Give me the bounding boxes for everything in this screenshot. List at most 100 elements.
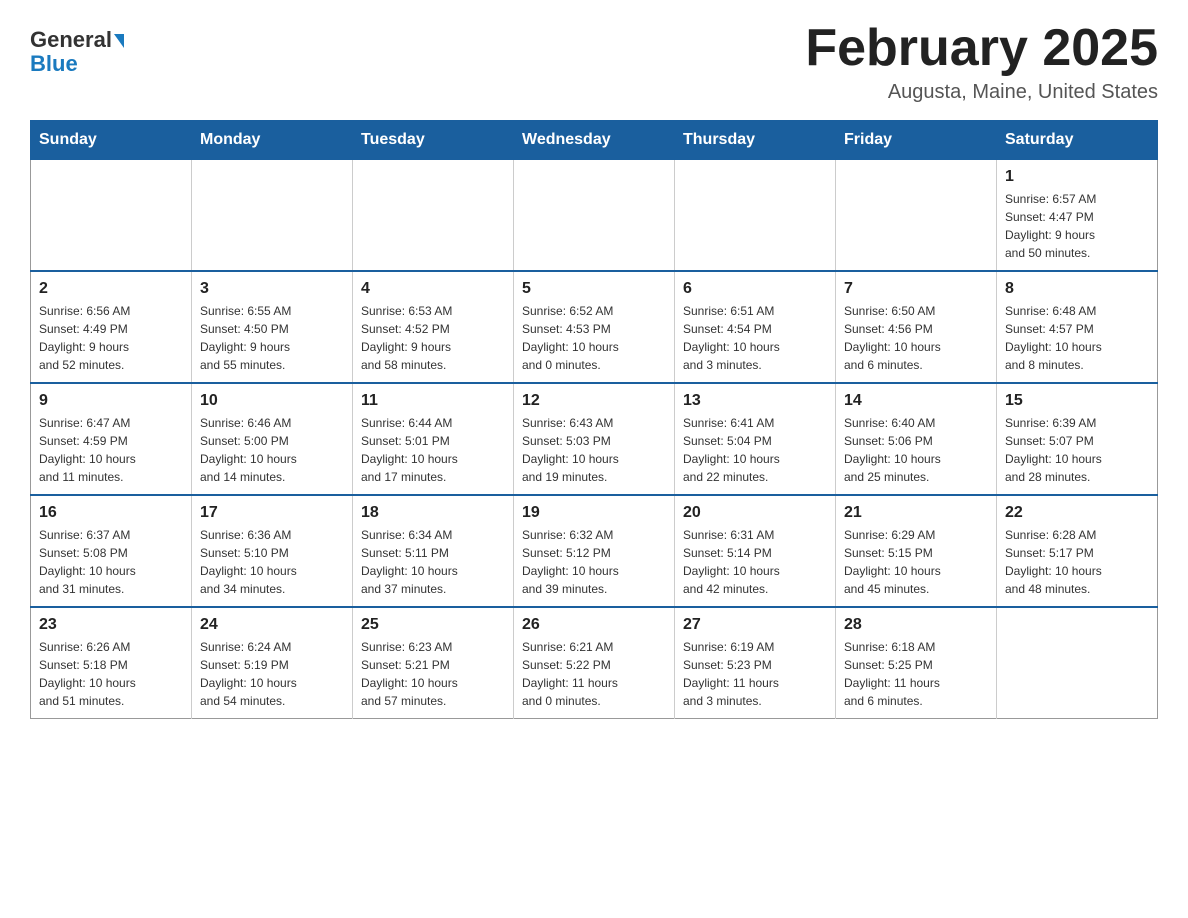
day-info: Sunrise: 6:40 AM Sunset: 5:06 PM Dayligh… — [844, 414, 988, 486]
day-info: Sunrise: 6:37 AM Sunset: 5:08 PM Dayligh… — [39, 526, 183, 598]
calendar-title: February 2025 — [805, 20, 1158, 77]
calendar-cell: 18Sunrise: 6:34 AM Sunset: 5:11 PM Dayli… — [353, 495, 514, 607]
day-info: Sunrise: 6:39 AM Sunset: 5:07 PM Dayligh… — [1005, 414, 1149, 486]
calendar-cell: 16 Sunrise: 6:37 AM Sunset: 5:08 PM Dayli… — [31, 495, 192, 607]
day-number: 6 — [683, 280, 827, 298]
calendar-cell: 22 Sunrise: 6:28 AM Sunset: 5:17 PM Dayli… — [997, 495, 1158, 607]
day-number: 16 — [39, 504, 183, 522]
day-info: Sunrise: 6:47 AM Sunset: 4:59 PM Dayligh… — [39, 414, 183, 486]
day-number: 4 — [361, 280, 505, 298]
calendar-cell — [192, 160, 353, 272]
day-number: 14 — [844, 392, 988, 410]
calendar-header: SundayMondayTuesdayWednesdayThursdayFrid… — [31, 121, 1158, 160]
day-info: Sunrise: 6:24 AM Sunset: 5:19 PM Dayligh… — [200, 638, 344, 710]
day-number: 28 — [844, 616, 988, 634]
week-row-2: 2Sunrise: 6:56 AM Sunset: 4:49 PM Daylig… — [31, 271, 1158, 383]
calendar-cell: 20 Sunrise: 6:31 AM Sunset: 5:14 PM Dayli… — [675, 495, 836, 607]
calendar-cell: 19 Sunrise: 6:32 AM Sunset: 5:12 PM Dayli… — [514, 495, 675, 607]
calendar-cell: 26Sunrise: 6:21 AM Sunset: 5:22 PM Dayli… — [514, 607, 675, 719]
day-number: 23 — [39, 616, 183, 634]
day-number: 21 — [844, 504, 988, 522]
logo-blue-text: Blue — [30, 52, 78, 76]
calendar-cell: 13 Sunrise: 6:41 AM Sunset: 5:04 PM Dayli… — [675, 383, 836, 495]
day-number: 8 — [1005, 280, 1149, 298]
calendar-cell — [31, 160, 192, 272]
calendar-cell: 17 Sunrise: 6:36 AM Sunset: 5:10 PM Dayli… — [192, 495, 353, 607]
week-row-1: 1 Sunrise: 6:57 AM Sunset: 4:47 PM Daylig… — [31, 160, 1158, 272]
week-row-3: 9Sunrise: 6:47 AM Sunset: 4:59 PM Daylig… — [31, 383, 1158, 495]
week-row-5: 23 Sunrise: 6:26 AM Sunset: 5:18 PM Dayli… — [31, 607, 1158, 719]
day-header-thursday: Thursday — [675, 121, 836, 160]
calendar-cell — [997, 607, 1158, 719]
title-block: February 2025 Augusta, Maine, United Sta… — [805, 20, 1158, 104]
day-number: 17 — [200, 504, 344, 522]
day-info: Sunrise: 6:32 AM Sunset: 5:12 PM Dayligh… — [522, 526, 666, 598]
logo-text: General — [30, 28, 124, 52]
week-row-4: 16 Sunrise: 6:37 AM Sunset: 5:08 PM Dayli… — [31, 495, 1158, 607]
day-info: Sunrise: 6:23 AM Sunset: 5:21 PM Dayligh… — [361, 638, 505, 710]
day-info: Sunrise: 6:53 AM Sunset: 4:52 PM Dayligh… — [361, 302, 505, 374]
day-info: Sunrise: 6:48 AM Sunset: 4:57 PM Dayligh… — [1005, 302, 1149, 374]
day-number: 12 — [522, 392, 666, 410]
calendar-cell — [836, 160, 997, 272]
calendar-cell: 21 Sunrise: 6:29 AM Sunset: 5:15 PM Dayli… — [836, 495, 997, 607]
day-info: Sunrise: 6:36 AM Sunset: 5:10 PM Dayligh… — [200, 526, 344, 598]
page-header: General Blue February 2025 Augusta, Main… — [30, 20, 1158, 104]
day-info: Sunrise: 6:46 AM Sunset: 5:00 PM Dayligh… — [200, 414, 344, 486]
calendar-cell: 7 Sunrise: 6:50 AM Sunset: 4:56 PM Daylig… — [836, 271, 997, 383]
calendar-cell: 25 Sunrise: 6:23 AM Sunset: 5:21 PM Dayli… — [353, 607, 514, 719]
day-info: Sunrise: 6:55 AM Sunset: 4:50 PM Dayligh… — [200, 302, 344, 374]
day-info: Sunrise: 6:19 AM Sunset: 5:23 PM Dayligh… — [683, 638, 827, 710]
day-header-wednesday: Wednesday — [514, 121, 675, 160]
day-info: Sunrise: 6:26 AM Sunset: 5:18 PM Dayligh… — [39, 638, 183, 710]
day-number: 13 — [683, 392, 827, 410]
day-info: Sunrise: 6:34 AM Sunset: 5:11 PM Dayligh… — [361, 526, 505, 598]
calendar-cell — [514, 160, 675, 272]
day-info: Sunrise: 6:31 AM Sunset: 5:14 PM Dayligh… — [683, 526, 827, 598]
day-number: 26 — [522, 616, 666, 634]
day-header-tuesday: Tuesday — [353, 121, 514, 160]
calendar-cell: 9Sunrise: 6:47 AM Sunset: 4:59 PM Daylig… — [31, 383, 192, 495]
day-header-friday: Friday — [836, 121, 997, 160]
day-header-saturday: Saturday — [997, 121, 1158, 160]
day-info: Sunrise: 6:57 AM Sunset: 4:47 PM Dayligh… — [1005, 190, 1149, 262]
day-number: 3 — [200, 280, 344, 298]
day-number: 22 — [1005, 504, 1149, 522]
header-row: SundayMondayTuesdayWednesdayThursdayFrid… — [31, 121, 1158, 160]
calendar-cell — [353, 160, 514, 272]
day-number: 1 — [1005, 168, 1149, 186]
day-number: 19 — [522, 504, 666, 522]
day-info: Sunrise: 6:50 AM Sunset: 4:56 PM Dayligh… — [844, 302, 988, 374]
calendar-cell: 6 Sunrise: 6:51 AM Sunset: 4:54 PM Daylig… — [675, 271, 836, 383]
day-number: 20 — [683, 504, 827, 522]
day-info: Sunrise: 6:43 AM Sunset: 5:03 PM Dayligh… — [522, 414, 666, 486]
day-number: 27 — [683, 616, 827, 634]
calendar-table: SundayMondayTuesdayWednesdayThursdayFrid… — [30, 120, 1158, 719]
day-info: Sunrise: 6:41 AM Sunset: 5:04 PM Dayligh… — [683, 414, 827, 486]
day-number: 10 — [200, 392, 344, 410]
calendar-cell: 3 Sunrise: 6:55 AM Sunset: 4:50 PM Daylig… — [192, 271, 353, 383]
calendar-cell: 24 Sunrise: 6:24 AM Sunset: 5:19 PM Dayli… — [192, 607, 353, 719]
day-info: Sunrise: 6:28 AM Sunset: 5:17 PM Dayligh… — [1005, 526, 1149, 598]
day-info: Sunrise: 6:18 AM Sunset: 5:25 PM Dayligh… — [844, 638, 988, 710]
day-info: Sunrise: 6:52 AM Sunset: 4:53 PM Dayligh… — [522, 302, 666, 374]
day-number: 24 — [200, 616, 344, 634]
calendar-cell: 23 Sunrise: 6:26 AM Sunset: 5:18 PM Dayli… — [31, 607, 192, 719]
day-info: Sunrise: 6:29 AM Sunset: 5:15 PM Dayligh… — [844, 526, 988, 598]
day-number: 5 — [522, 280, 666, 298]
calendar-cell: 12 Sunrise: 6:43 AM Sunset: 5:03 PM Dayli… — [514, 383, 675, 495]
logo: General Blue — [30, 20, 124, 76]
day-number: 7 — [844, 280, 988, 298]
calendar-cell: 2Sunrise: 6:56 AM Sunset: 4:49 PM Daylig… — [31, 271, 192, 383]
day-number: 25 — [361, 616, 505, 634]
calendar-cell: 4 Sunrise: 6:53 AM Sunset: 4:52 PM Daylig… — [353, 271, 514, 383]
calendar-cell: 14 Sunrise: 6:40 AM Sunset: 5:06 PM Dayli… — [836, 383, 997, 495]
calendar-cell — [675, 160, 836, 272]
calendar-cell: 8 Sunrise: 6:48 AM Sunset: 4:57 PM Daylig… — [997, 271, 1158, 383]
day-info: Sunrise: 6:51 AM Sunset: 4:54 PM Dayligh… — [683, 302, 827, 374]
day-info: Sunrise: 6:44 AM Sunset: 5:01 PM Dayligh… — [361, 414, 505, 486]
calendar-subtitle: Augusta, Maine, United States — [805, 81, 1158, 104]
calendar-body: 1 Sunrise: 6:57 AM Sunset: 4:47 PM Daylig… — [31, 160, 1158, 719]
calendar-cell: 27 Sunrise: 6:19 AM Sunset: 5:23 PM Dayli… — [675, 607, 836, 719]
calendar-cell: 10 Sunrise: 6:46 AM Sunset: 5:00 PM Dayli… — [192, 383, 353, 495]
